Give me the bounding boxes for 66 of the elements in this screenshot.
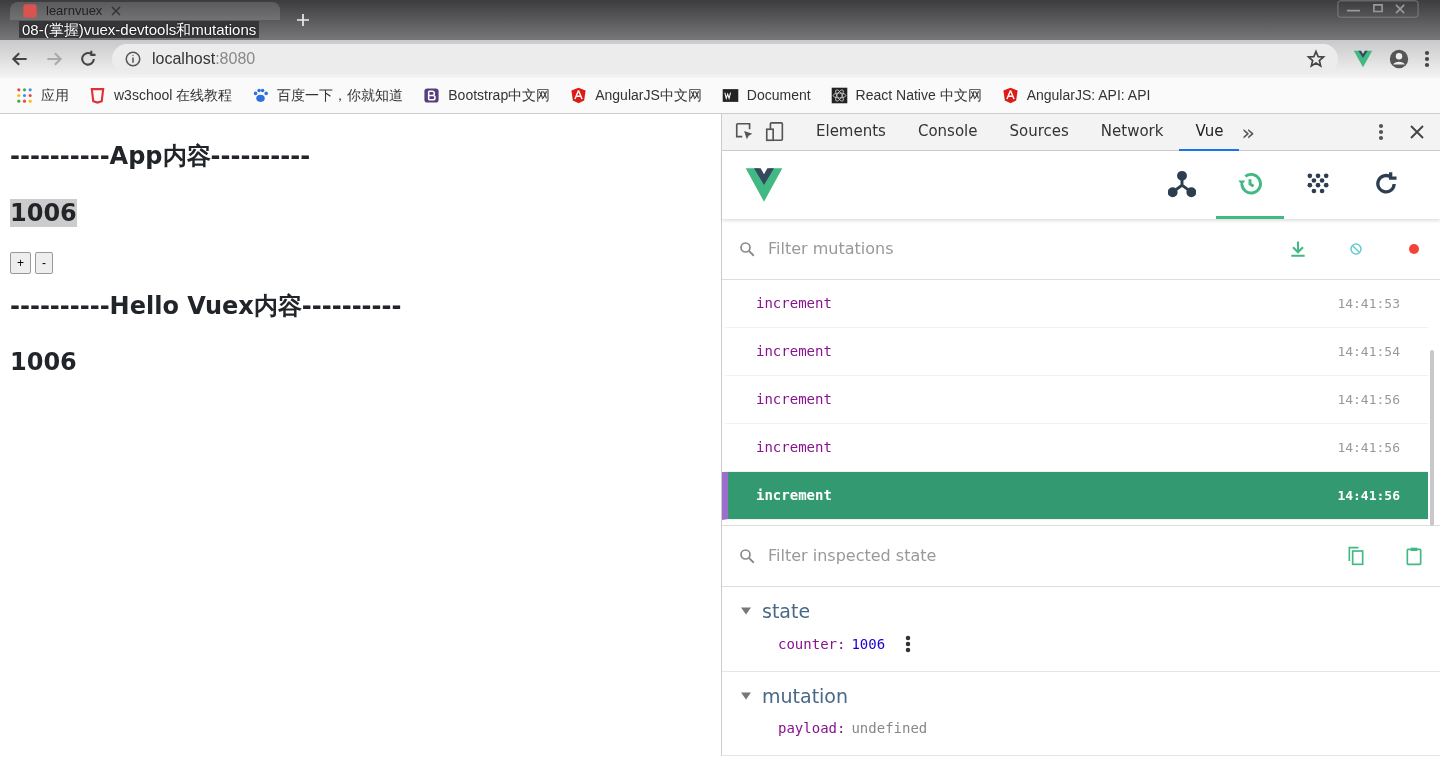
section-title: state <box>762 599 811 624</box>
scrollbar[interactable] <box>1430 350 1434 526</box>
menu-icon[interactable] <box>1424 49 1430 69</box>
counter-text: 1006 <box>10 348 78 378</box>
device-icon[interactable] <box>764 121 786 143</box>
search-icon <box>738 547 756 565</box>
mutation-time: 14:41:53 <box>1337 294 1400 313</box>
address-text: localhost:8080 <box>152 49 256 69</box>
mutation-name: increment <box>756 342 832 361</box>
paw-icon <box>252 87 270 104</box>
mutation-name: increment <box>756 486 832 505</box>
page-heading: ----------App内容---------- <box>10 142 312 171</box>
grid-icon <box>16 87 33 104</box>
mutation-time: 14:41:56 <box>1337 390 1400 409</box>
bookmark[interactable]: React Native 中文网 <box>830 85 982 106</box>
bookmark[interactable]: 应用 <box>16 85 69 106</box>
tab-title: learnvuex <box>46 2 103 21</box>
angular-shield-icon <box>570 87 588 104</box>
info-icon <box>124 50 142 68</box>
property-key: payload: <box>778 718 846 739</box>
property-value: undefined <box>851 719 928 738</box>
bookmark[interactable]: AngularJS中文网 <box>570 85 702 106</box>
mutation-name: increment <box>756 294 832 313</box>
star-icon[interactable] <box>1306 49 1326 69</box>
bookmark[interactable]: w3school 在线教程 <box>89 85 233 106</box>
devtools-tab[interactable]: Sources <box>993 113 1085 151</box>
increment-button[interactable]: + <box>10 251 31 274</box>
mutation-time: 14:41:56 <box>1337 438 1400 457</box>
bookmark[interactable]: Document <box>721 85 811 106</box>
mutation-name: increment <box>756 390 832 409</box>
atom-icon <box>830 87 848 104</box>
section-title: mutation <box>762 683 849 709</box>
ws-logo-icon <box>721 87 739 104</box>
decrement-button[interactable]: - <box>35 251 53 274</box>
video-title: 08-(掌握)vuex-devtools和mutations <box>19 21 260 38</box>
mutation-name: increment <box>756 438 832 457</box>
devtools-tab[interactable]: Vue <box>1179 113 1240 151</box>
counter-text: 1006 <box>10 198 78 228</box>
mutation-row[interactable]: increment 14:41:53 <box>722 280 1428 328</box>
mutation-row[interactable]: increment 14:41:54 <box>722 328 1428 376</box>
devtools-tab[interactable]: Network <box>1084 113 1180 151</box>
reload-icon[interactable] <box>78 49 98 69</box>
bookmark[interactable]: Bootstrap中文网 <box>423 85 551 106</box>
angular-shield-icon <box>1001 87 1019 104</box>
profile-icon[interactable] <box>1388 48 1410 70</box>
property-key: counter: <box>778 633 846 655</box>
more-icon[interactable] <box>905 635 912 653</box>
mutation-time: 14:41:54 <box>1337 342 1400 361</box>
page-heading: ----------Hello Vuex内容---------- <box>10 291 403 321</box>
more-tabs-icon[interactable]: » <box>1241 115 1255 149</box>
new-tab-icon[interactable] <box>295 12 311 28</box>
devtools-tab[interactable]: Console <box>901 113 994 151</box>
mutation-row[interactable]: increment 14:41:56 <box>722 376 1428 424</box>
bookmark[interactable]: 百度一下，你就知道 <box>252 85 404 106</box>
property-value: 1006 <box>851 634 886 654</box>
bookmark-b-icon <box>423 87 441 104</box>
page-favicon-icon <box>22 3 38 19</box>
shield-icon <box>89 87 106 104</box>
close-icon[interactable] <box>1408 123 1426 141</box>
search-icon <box>738 240 756 258</box>
mutation-row[interactable]: increment 14:41:56 <box>722 472 1428 520</box>
devtools-tab[interactable]: Elements <box>800 113 902 151</box>
tree-icon <box>1168 169 1196 198</box>
mutation-time: 14:41:56 <box>1337 486 1400 505</box>
bookmark[interactable]: AngularJS: API: API <box>1001 85 1151 106</box>
more-icon[interactable] <box>1378 122 1384 142</box>
